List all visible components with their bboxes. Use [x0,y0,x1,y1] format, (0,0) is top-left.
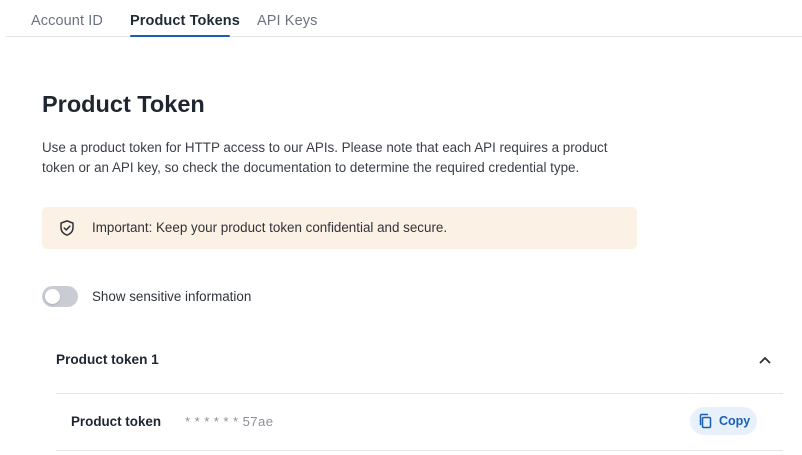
page-title: Product Token [42,91,205,117]
important-alert: Important: Keep your product token confi… [42,207,637,249]
show-sensitive-toggle[interactable] [42,286,78,307]
page-description: Use a product token for HTTP access to o… [42,140,608,175]
token-accordion-header[interactable]: Product token 1 [56,352,159,367]
tab-account-id[interactable]: Account ID [31,13,103,29]
chevron-up-icon[interactable] [757,352,773,368]
tab-api-keys[interactable]: API Keys [257,13,317,29]
copy-button-label: Copy [719,414,751,428]
tab-bar: Account ID Product Tokens API Keys [6,0,802,37]
active-tab-indicator [130,35,230,37]
divider [56,393,783,394]
tab-product-tokens[interactable]: Product Tokens [130,13,240,29]
toggle-knob [45,289,60,304]
product-token-value: * * * * * * 57ae [185,414,274,429]
show-sensitive-label: Show sensitive information [92,289,252,304]
copy-icon [699,413,712,429]
alert-text: Important: Keep your product token confi… [92,220,448,235]
divider [56,450,783,451]
product-token-label: Product token [71,414,162,429]
copy-button[interactable]: Copy [690,407,757,435]
shield-check-icon [60,220,74,236]
